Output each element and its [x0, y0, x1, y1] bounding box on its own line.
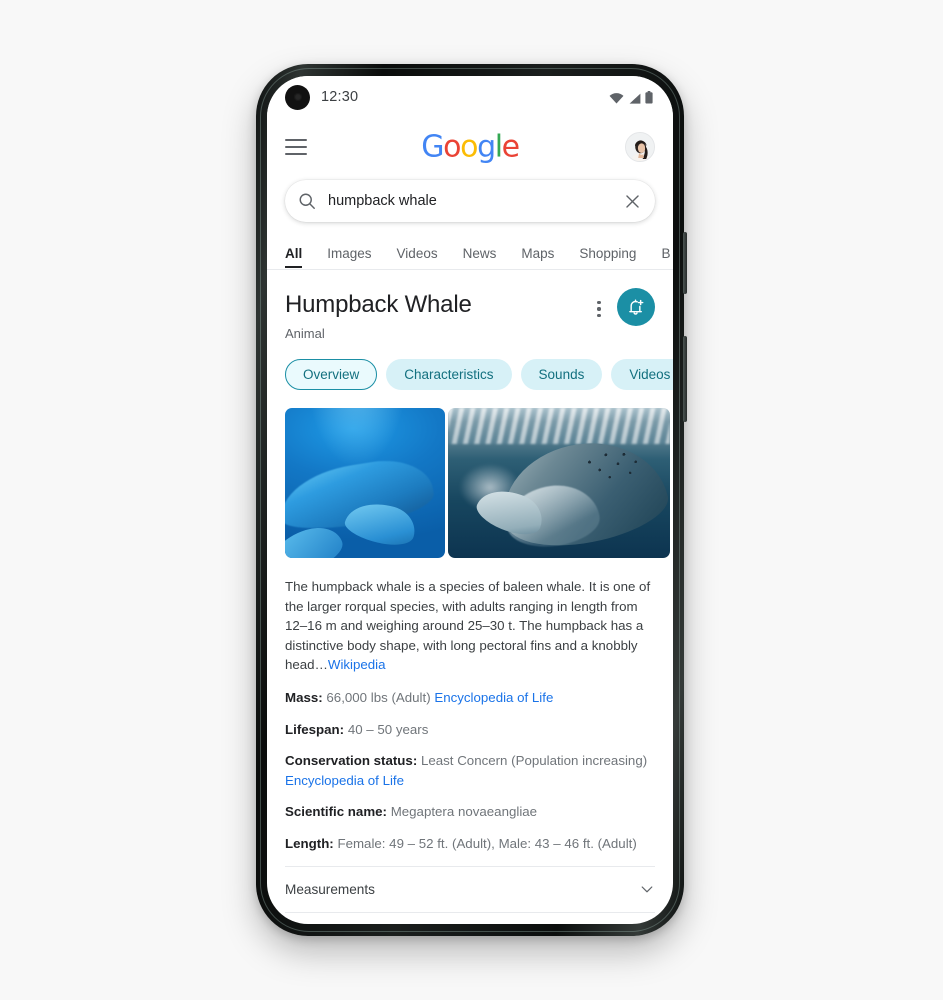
fact-lifespan-value: 40 – 50 years — [347, 721, 429, 737]
knowledge-panel-images — [267, 408, 673, 558]
more-vertical-icon[interactable] — [588, 292, 610, 326]
signal-icon — [629, 93, 641, 104]
hamburger-menu-icon[interactable] — [285, 139, 307, 155]
tab-shopping[interactable]: Shopping — [579, 246, 636, 268]
fact-conservation-status: Conservation status: Least Concern (Popu… — [285, 751, 655, 790]
notify-follow-button[interactable] — [617, 288, 655, 326]
fact-conservation-status-key: Conservation status: — [285, 753, 418, 769]
fact-scientific-name-value: Megaptera novaeangliae — [390, 804, 538, 820]
fact-conservation-status-value: Least Concern (Population increasing) — [420, 753, 648, 769]
status-time: 12:30 — [321, 89, 359, 105]
search-tabs: All Images Videos News Maps Shopping B — [267, 238, 673, 268]
logo-letter-o1: o — [443, 129, 461, 165]
chip-overview[interactable]: Overview — [285, 359, 378, 390]
knowledge-panel: Humpback Whale Animal Overview Character… — [267, 270, 673, 924]
fact-length: Length: Female: 49 – 52 ft. (Adult), Mal… — [285, 834, 655, 854]
status-icons — [609, 90, 653, 104]
fact-mass-source-link[interactable]: Encyclopedia of Life — [434, 690, 553, 705]
entity-facts: Mass: 66,000 lbs (Adult) Encyclopedia of… — [267, 688, 673, 854]
page-title: Humpback Whale — [285, 291, 472, 318]
humpback-whale-photo-1[interactable] — [285, 408, 445, 558]
knowledge-panel-sections: Measurements Population — [267, 865, 673, 924]
fact-scientific-name: Scientific name: Megaptera novaeangliae — [285, 802, 655, 822]
logo-letter-g1: G — [421, 129, 444, 165]
fact-length-key: Length: — [285, 835, 334, 851]
chip-characteristics[interactable]: Characteristics — [386, 359, 512, 390]
close-icon[interactable] — [624, 193, 641, 210]
fact-length-value: Female: 49 – 52 ft. (Adult), Male: 43 – … — [337, 835, 637, 851]
accordion-population[interactable]: Population — [285, 911, 655, 924]
chip-sounds[interactable]: Sounds — [520, 359, 603, 390]
tab-videos[interactable]: Videos — [397, 246, 438, 268]
power-button[interactable] — [683, 336, 687, 422]
search-bar[interactable] — [285, 180, 655, 222]
accordion-measurements[interactable]: Measurements — [285, 865, 655, 912]
entity-description: The humpback whale is a species of balee… — [267, 577, 673, 675]
chevron-down-icon — [641, 886, 653, 893]
battery-icon — [645, 90, 653, 103]
entity-category: Animal — [285, 326, 325, 341]
fact-mass-key: Mass: — [285, 689, 323, 705]
chip-videos[interactable]: Videos — [611, 359, 673, 390]
search-input[interactable] — [328, 193, 624, 209]
tab-images[interactable]: Images — [327, 246, 371, 268]
logo-letter-e: e — [501, 129, 520, 165]
knowledge-panel-chips: Overview Characteristics Sounds Videos — [267, 359, 673, 390]
tab-books-partial[interactable]: B — [661, 246, 670, 268]
humpback-whale-photo-2[interactable] — [448, 408, 670, 558]
status-bar: 12:30 — [267, 76, 673, 118]
fact-mass-value: 66,000 lbs (Adult) — [326, 689, 431, 705]
phone-device-frame: 12:30 Google humpback whale All Images V… — [256, 64, 687, 936]
fact-conservation-source-link[interactable]: Encyclopedia of Life — [285, 773, 404, 788]
fact-lifespan: Lifespan: 40 – 50 years — [285, 720, 655, 740]
fact-lifespan-key: Lifespan: — [285, 721, 345, 737]
fact-scientific-name-key: Scientific name: — [285, 804, 387, 820]
logo-letter-o2: o — [460, 129, 478, 165]
wifi-icon — [609, 92, 624, 103]
tab-maps[interactable]: Maps — [521, 246, 554, 268]
accordion-measurements-label: Measurements — [285, 881, 375, 897]
google-app-header: Google — [267, 118, 673, 176]
fact-mass: Mass: 66,000 lbs (Adult) Encyclopedia of… — [285, 688, 655, 708]
logo-letter-g2: g — [477, 129, 496, 165]
tab-news[interactable]: News — [463, 246, 497, 268]
google-logo: Google — [421, 129, 520, 165]
account-avatar[interactable] — [625, 132, 655, 162]
phone-screen: 12:30 Google humpback whale All Images V… — [267, 76, 673, 924]
wikipedia-link[interactable]: Wikipedia — [328, 657, 386, 672]
knowledge-panel-title-block: Humpback Whale Animal — [285, 290, 588, 341]
front-camera-punch-hole-icon — [285, 84, 310, 110]
tab-all[interactable]: All — [285, 246, 303, 268]
avatar-image — [626, 133, 654, 161]
bell-add-icon — [629, 299, 644, 315]
search-icon — [299, 193, 315, 209]
volume-rocker-button[interactable] — [683, 232, 687, 294]
knowledge-panel-header: Humpback Whale Animal — [267, 288, 673, 341]
